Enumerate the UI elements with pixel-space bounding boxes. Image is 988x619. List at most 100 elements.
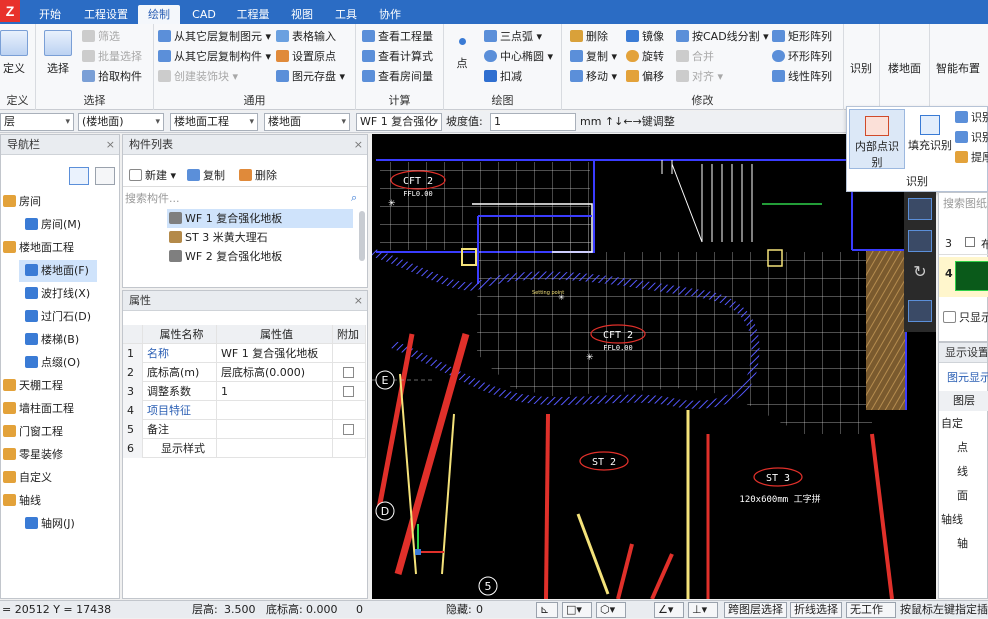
define-button[interactable]: 定义 xyxy=(0,30,34,76)
mirror-button[interactable]: 镜像 xyxy=(626,28,664,46)
inner-point-button[interactable]: 内部点识别 xyxy=(849,109,905,169)
tab-quantity[interactable]: 工程量 xyxy=(228,5,278,24)
extra-checkbox[interactable] xyxy=(343,386,354,397)
copy-component-button[interactable]: 复制 xyxy=(187,167,225,185)
floor-button[interactable]: 楼地面 xyxy=(888,60,921,78)
list-view-icon[interactable] xyxy=(69,167,89,185)
no-work-button[interactable]: 无工作 xyxy=(846,602,896,618)
tab-draw[interactable]: 绘制 xyxy=(138,5,180,24)
batch-select-button[interactable]: 批量选择 xyxy=(82,48,142,66)
create-decoration-button[interactable]: 创建装饰块 ▾ xyxy=(158,68,238,86)
copy-button[interactable]: 复制 ▾ xyxy=(570,48,617,66)
nav-group[interactable]: 天棚工程 xyxy=(1,375,119,397)
component-select[interactable]: WF 1 复合强化 xyxy=(356,113,442,131)
tab-cad[interactable]: CAD xyxy=(184,5,224,24)
drawing-search-input[interactable]: 搜索图纸... xyxy=(943,195,988,211)
tab-project-settings[interactable]: 工程设置 xyxy=(76,5,136,24)
layer-item[interactable]: 面 xyxy=(957,485,968,507)
view-floor-qty-button[interactable]: 查看房间量 xyxy=(362,68,433,86)
center-ellipse-button[interactable]: 中心椭圆 ▾ xyxy=(484,48,553,66)
recognize-option-3[interactable]: 提厚 xyxy=(955,149,988,167)
fill-recognize-button[interactable]: 填充识别 xyxy=(907,109,953,169)
deduct-checkbox[interactable]: 扣减 xyxy=(484,68,522,86)
component-item[interactable]: WF 1 复合强化地板 xyxy=(167,209,353,228)
sub-category-select[interactable]: 楼地面工程 xyxy=(170,113,258,131)
split-by-cad-button[interactable]: 按CAD线分割 ▾ xyxy=(676,28,769,46)
align-button[interactable]: 对齐 ▾ xyxy=(676,68,723,86)
extra-checkbox[interactable] xyxy=(343,367,354,378)
nav-item[interactable]: 点缀(O) xyxy=(19,352,97,374)
layer-item[interactable]: 轴线 xyxy=(941,509,963,531)
nav-item[interactable]: 波打线(X) xyxy=(19,283,97,305)
property-row[interactable]: 5 备注 xyxy=(123,420,366,439)
point-button[interactable]: 点 xyxy=(450,38,474,71)
property-value[interactable]: WF 1 复合强化地板 xyxy=(217,344,333,363)
nav-group[interactable]: 零星装修 xyxy=(1,444,119,466)
layer-item[interactable]: 轴 xyxy=(957,533,968,555)
property-value[interactable] xyxy=(217,439,333,458)
nav-group[interactable]: 墙柱面工程 xyxy=(1,398,119,420)
move-button[interactable]: 移动 ▾ xyxy=(570,68,617,86)
merge-button[interactable]: 合并 xyxy=(676,48,714,66)
elem-store-button[interactable]: 图元存盘 ▾ xyxy=(276,68,345,86)
nav-item[interactable]: 楼梯(B) xyxy=(19,329,97,351)
layers-view-icon[interactable] xyxy=(908,300,932,322)
nav-group[interactable]: 楼地面工程 xyxy=(1,237,119,259)
property-value[interactable]: 1 xyxy=(217,382,333,401)
component-item[interactable]: ST 3 米黄大理石 xyxy=(167,228,353,247)
nav-group[interactable]: 房间 xyxy=(1,191,119,213)
tab-start[interactable]: 开始 xyxy=(30,5,70,24)
delete-component-button[interactable]: 删除 xyxy=(239,167,277,185)
view-formula-button[interactable]: 查看计算式 xyxy=(362,48,433,66)
close-icon[interactable]: × xyxy=(106,135,115,155)
close-icon[interactable]: × xyxy=(354,135,363,155)
layer-item[interactable]: 自定 xyxy=(941,413,963,435)
property-value[interactable] xyxy=(217,401,333,420)
recognize-option-1[interactable]: 识别 xyxy=(955,109,988,127)
polyline-select-button[interactable]: 折线选择 xyxy=(790,602,842,618)
recognize-button[interactable]: 识别 xyxy=(850,60,872,78)
ring-array-button[interactable]: 环形阵列 xyxy=(772,48,832,66)
cube-view-icon[interactable] xyxy=(908,198,932,220)
show-only-checkbox[interactable]: 只显示 xyxy=(943,309,988,325)
elem-display-tab[interactable]: 图元显示 xyxy=(947,369,988,385)
three-point-arc-button[interactable]: 三点弧 ▾ xyxy=(484,28,542,46)
rotate-button[interactable]: 旋转 xyxy=(626,48,664,66)
linear-array-button[interactable]: 线性阵列 xyxy=(772,68,832,86)
nav-item[interactable]: 轴网(J) xyxy=(19,513,97,535)
tab-view[interactable]: 视图 xyxy=(282,5,322,24)
select-button[interactable]: 选择 xyxy=(40,30,76,76)
scrollbar[interactable] xyxy=(359,211,365,261)
property-value[interactable]: 层底标高(0.000) xyxy=(217,363,333,382)
property-row[interactable]: 3 调整系数 1 xyxy=(123,382,366,401)
property-value[interactable] xyxy=(217,420,333,439)
floor-select[interactable]: 层 xyxy=(0,113,74,131)
nav-item[interactable]: 楼地面(F) xyxy=(19,260,97,282)
3d-view-icon[interactable]: ⬡▾ xyxy=(596,602,626,618)
rotate-view-icon[interactable]: ↻ xyxy=(908,262,932,284)
cad-drawing[interactable]: E D 5 CFT 2 FFL0.00 CFT 2 FFL0.00 Settin… xyxy=(372,134,936,599)
rect-array-button[interactable]: 矩形阵列 xyxy=(772,28,832,46)
layer-item[interactable]: 线 xyxy=(957,461,968,483)
search-icon[interactable]: ⌕ xyxy=(351,191,357,205)
new-button[interactable]: 新建 ▾ xyxy=(129,167,176,185)
dimension-icon[interactable]: ⊥▾ xyxy=(688,602,718,618)
tab-collab[interactable]: 协作 xyxy=(370,5,410,24)
smart-layout-button[interactable]: 智能布置 xyxy=(936,60,980,78)
tab-tools[interactable]: 工具 xyxy=(326,5,366,24)
recognize-option-2[interactable]: 识别 xyxy=(955,129,988,147)
slope-input[interactable]: 1 xyxy=(490,113,576,131)
grid-view-icon[interactable] xyxy=(95,167,115,185)
box-view-icon[interactable] xyxy=(908,230,932,252)
pick-component-button[interactable]: 拾取构件 xyxy=(82,68,142,86)
copy-comp-from-floor-button[interactable]: 从其它层复制构件 ▾ xyxy=(158,48,271,66)
component-item[interactable]: WF 2 复合强化地板 xyxy=(167,247,353,266)
layer-item[interactable]: 点 xyxy=(957,437,968,459)
property-row[interactable]: 4 项目特征 xyxy=(123,401,366,420)
nav-item[interactable]: 房间(M) xyxy=(19,214,97,236)
filter-button[interactable]: 筛选 xyxy=(82,28,120,46)
category-select[interactable]: (楼地面) xyxy=(78,113,164,131)
view-qty-button[interactable]: 查看工程量 xyxy=(362,28,433,46)
set-origin-button[interactable]: 设置原点 xyxy=(276,48,336,66)
ortho-icon[interactable]: ⊾ xyxy=(536,602,558,618)
